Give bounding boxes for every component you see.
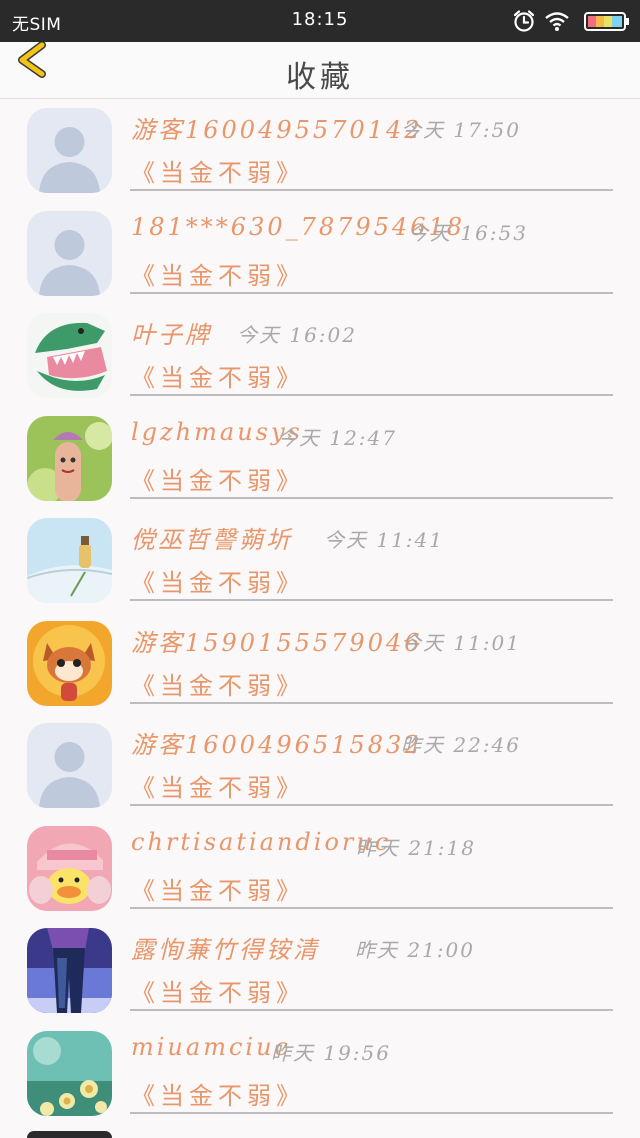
book-title: 《当金不弱》 bbox=[131, 1081, 305, 1110]
book-title: 《当金不弱》 bbox=[131, 159, 305, 187]
list-item[interactable]: 游客1590155579046 今天 11:01 《当金不弱》 bbox=[0, 611, 640, 714]
user-name: 傥巫哲謦蒴圻 bbox=[131, 526, 293, 554]
divider bbox=[130, 394, 613, 396]
list-item[interactable]: 181***630_787954618 今天 16:53 《当金不弱》 bbox=[0, 201, 640, 304]
user-name: 游客1590155579046 bbox=[131, 628, 423, 657]
book-title: 《当金不弱》 bbox=[131, 364, 305, 392]
book-title: 《当金不弱》 bbox=[131, 569, 305, 597]
timestamp: 今天 12:47 bbox=[277, 425, 397, 450]
timestamp: 昨天 21:00 bbox=[355, 938, 475, 962]
divider bbox=[130, 599, 613, 601]
book-title: 《当金不弱》 bbox=[131, 466, 305, 495]
timestamp: 今天 17:50 bbox=[401, 118, 521, 142]
list-item[interactable]: chrtisatiandioruc 昨天 21:18 《当金不弱》 bbox=[0, 816, 640, 919]
battery-icon bbox=[584, 12, 629, 31]
user-name: 露恂蒹竹得铵清 bbox=[131, 936, 320, 964]
default-avatar[interactable] bbox=[27, 210, 112, 296]
divider bbox=[130, 906, 613, 909]
timestamp: 昨天 22:46 bbox=[401, 733, 521, 757]
book-title: 《当金不弱》 bbox=[131, 261, 305, 290]
partial-avatar bbox=[27, 1131, 112, 1138]
timestamp: 昨天 21:18 bbox=[356, 835, 476, 860]
timestamp: 昨天 19:56 bbox=[271, 1040, 391, 1065]
divider bbox=[130, 701, 613, 704]
book-bottle-avatar[interactable] bbox=[27, 518, 112, 603]
page-title: 收藏 bbox=[286, 60, 354, 95]
user-name: 叶子牌 bbox=[131, 321, 212, 349]
alarm-icon bbox=[513, 10, 535, 32]
dancer-avatar[interactable] bbox=[27, 928, 112, 1013]
list-item[interactable]: 傥巫哲謦蒴圻 今天 11:41 《当金不弱》 bbox=[0, 508, 640, 611]
dandelion-avatar[interactable] bbox=[27, 1030, 112, 1116]
raccoon-avatar[interactable] bbox=[27, 620, 112, 706]
navigation-bar: 收藏 bbox=[0, 41, 640, 99]
book-title: 《当金不弱》 bbox=[131, 774, 305, 802]
list-item[interactable]: lgzhmausys 今天 12:47 《当金不弱》 bbox=[0, 406, 640, 509]
timestamp: 今天 11:01 bbox=[401, 630, 521, 655]
list-item[interactable]: 游客1600495570142 今天 17:50 《当金不弱》 bbox=[0, 98, 640, 201]
user-name: 游客1600495570142 bbox=[131, 116, 423, 144]
status-bar: 无SIM 18:15 bbox=[0, 0, 640, 42]
finger-doll-avatar[interactable] bbox=[27, 415, 112, 501]
book-title: 《当金不弱》 bbox=[131, 979, 305, 1007]
list-item[interactable]: 叶子牌 今天 16:02 《当金不弱》 bbox=[0, 303, 640, 406]
dinosaur-avatar[interactable] bbox=[27, 313, 112, 398]
list-item[interactable]: 露恂蒹竹得铵清 昨天 21:00 《当金不弱》 bbox=[0, 918, 640, 1021]
book-title: 《当金不弱》 bbox=[131, 671, 305, 700]
duck-avatar[interactable] bbox=[27, 825, 112, 911]
divider bbox=[130, 804, 613, 806]
default-avatar[interactable] bbox=[27, 108, 112, 193]
divider bbox=[130, 1009, 613, 1011]
wifi-icon bbox=[545, 12, 569, 31]
divider bbox=[130, 189, 613, 191]
book-title: 《当金不弱》 bbox=[131, 876, 305, 905]
user-name: miuamciuc bbox=[131, 1032, 291, 1061]
divider bbox=[130, 291, 613, 294]
timestamp: 今天 11:41 bbox=[324, 528, 444, 552]
divider bbox=[130, 496, 613, 499]
default-avatar[interactable] bbox=[27, 723, 112, 808]
timestamp: 今天 16:53 bbox=[408, 220, 528, 245]
user-name: 游客1600496515832 bbox=[131, 731, 423, 759]
list-item[interactable]: 游客1600496515832 昨天 22:46 《当金不弱》 bbox=[0, 713, 640, 816]
list-item[interactable]: miuamciuc 昨天 19:56 《当金不弱》 bbox=[0, 1021, 640, 1124]
divider bbox=[130, 1111, 613, 1114]
user-name: chrtisatiandioruc bbox=[131, 827, 392, 856]
timestamp: 今天 16:02 bbox=[237, 323, 357, 347]
